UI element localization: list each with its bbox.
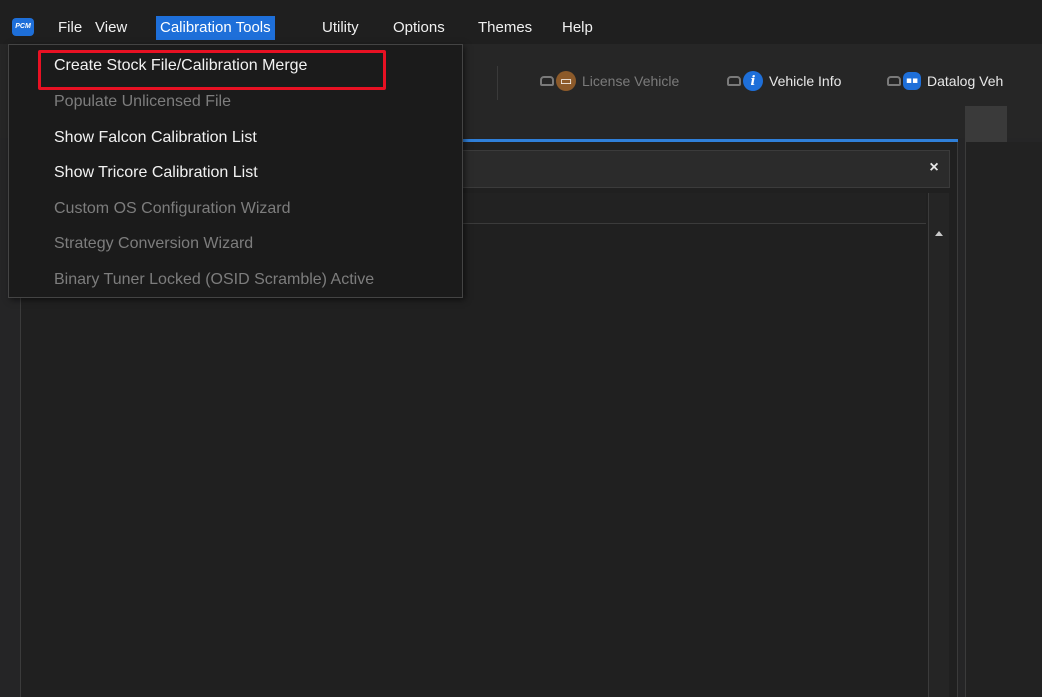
close-icon[interactable]: × (925, 158, 943, 178)
document-tab[interactable] (965, 106, 1007, 142)
vehicle-info-button[interactable]: i Vehicle Info (727, 68, 841, 94)
datalog-icon: ▪▪ (903, 72, 921, 90)
menu-options[interactable]: Options (389, 16, 449, 40)
car-icon (727, 76, 741, 86)
highlight-annotation-box (38, 50, 386, 90)
menu-item-show-tricore-calibration-list[interactable]: Show Tricore Calibration List (54, 160, 258, 186)
menu-item-show-falcon-calibration-list[interactable]: Show Falcon Calibration List (54, 125, 257, 151)
license-vehicle-button[interactable]: ▭ License Vehicle (540, 68, 679, 94)
menu-bar: PCM File View Calibration Tools Utility … (0, 0, 1042, 44)
menu-help[interactable]: Help (558, 16, 597, 40)
menu-themes[interactable]: Themes (474, 16, 536, 40)
car-icon (540, 76, 554, 86)
license-icon: ▭ (556, 71, 576, 91)
menu-item-populate-unlicensed-file[interactable]: Populate Unlicensed File (54, 89, 231, 115)
menu-view[interactable]: View (91, 16, 131, 40)
right-panel (965, 142, 1042, 697)
car-icon (887, 76, 901, 86)
menu-item-binary-tuner-locked[interactable]: Binary Tuner Locked (OSID Scramble) Acti… (54, 267, 374, 293)
menu-utility[interactable]: Utility (318, 16, 363, 40)
vehicle-info-label: Vehicle Info (769, 73, 842, 89)
datalog-vehicle-button[interactable]: ▪▪ Datalog Veh (887, 68, 1003, 94)
scroll-up-icon[interactable] (935, 231, 943, 236)
vertical-scrollbar[interactable] (928, 193, 949, 697)
menu-item-strategy-conversion-wizard[interactable]: Strategy Conversion Wizard (54, 231, 253, 257)
menu-file[interactable]: File (54, 16, 86, 40)
menu-calibration-tools[interactable]: Calibration Tools (156, 16, 275, 40)
info-icon: i (743, 71, 763, 91)
datalog-vehicle-label: Datalog Veh (927, 73, 1004, 89)
license-vehicle-label: License Vehicle (582, 73, 680, 89)
menu-item-custom-os-configuration-wizard[interactable]: Custom OS Configuration Wizard (54, 196, 291, 222)
toolbar-separator (497, 66, 498, 100)
app-logo-icon: PCM (12, 18, 34, 36)
